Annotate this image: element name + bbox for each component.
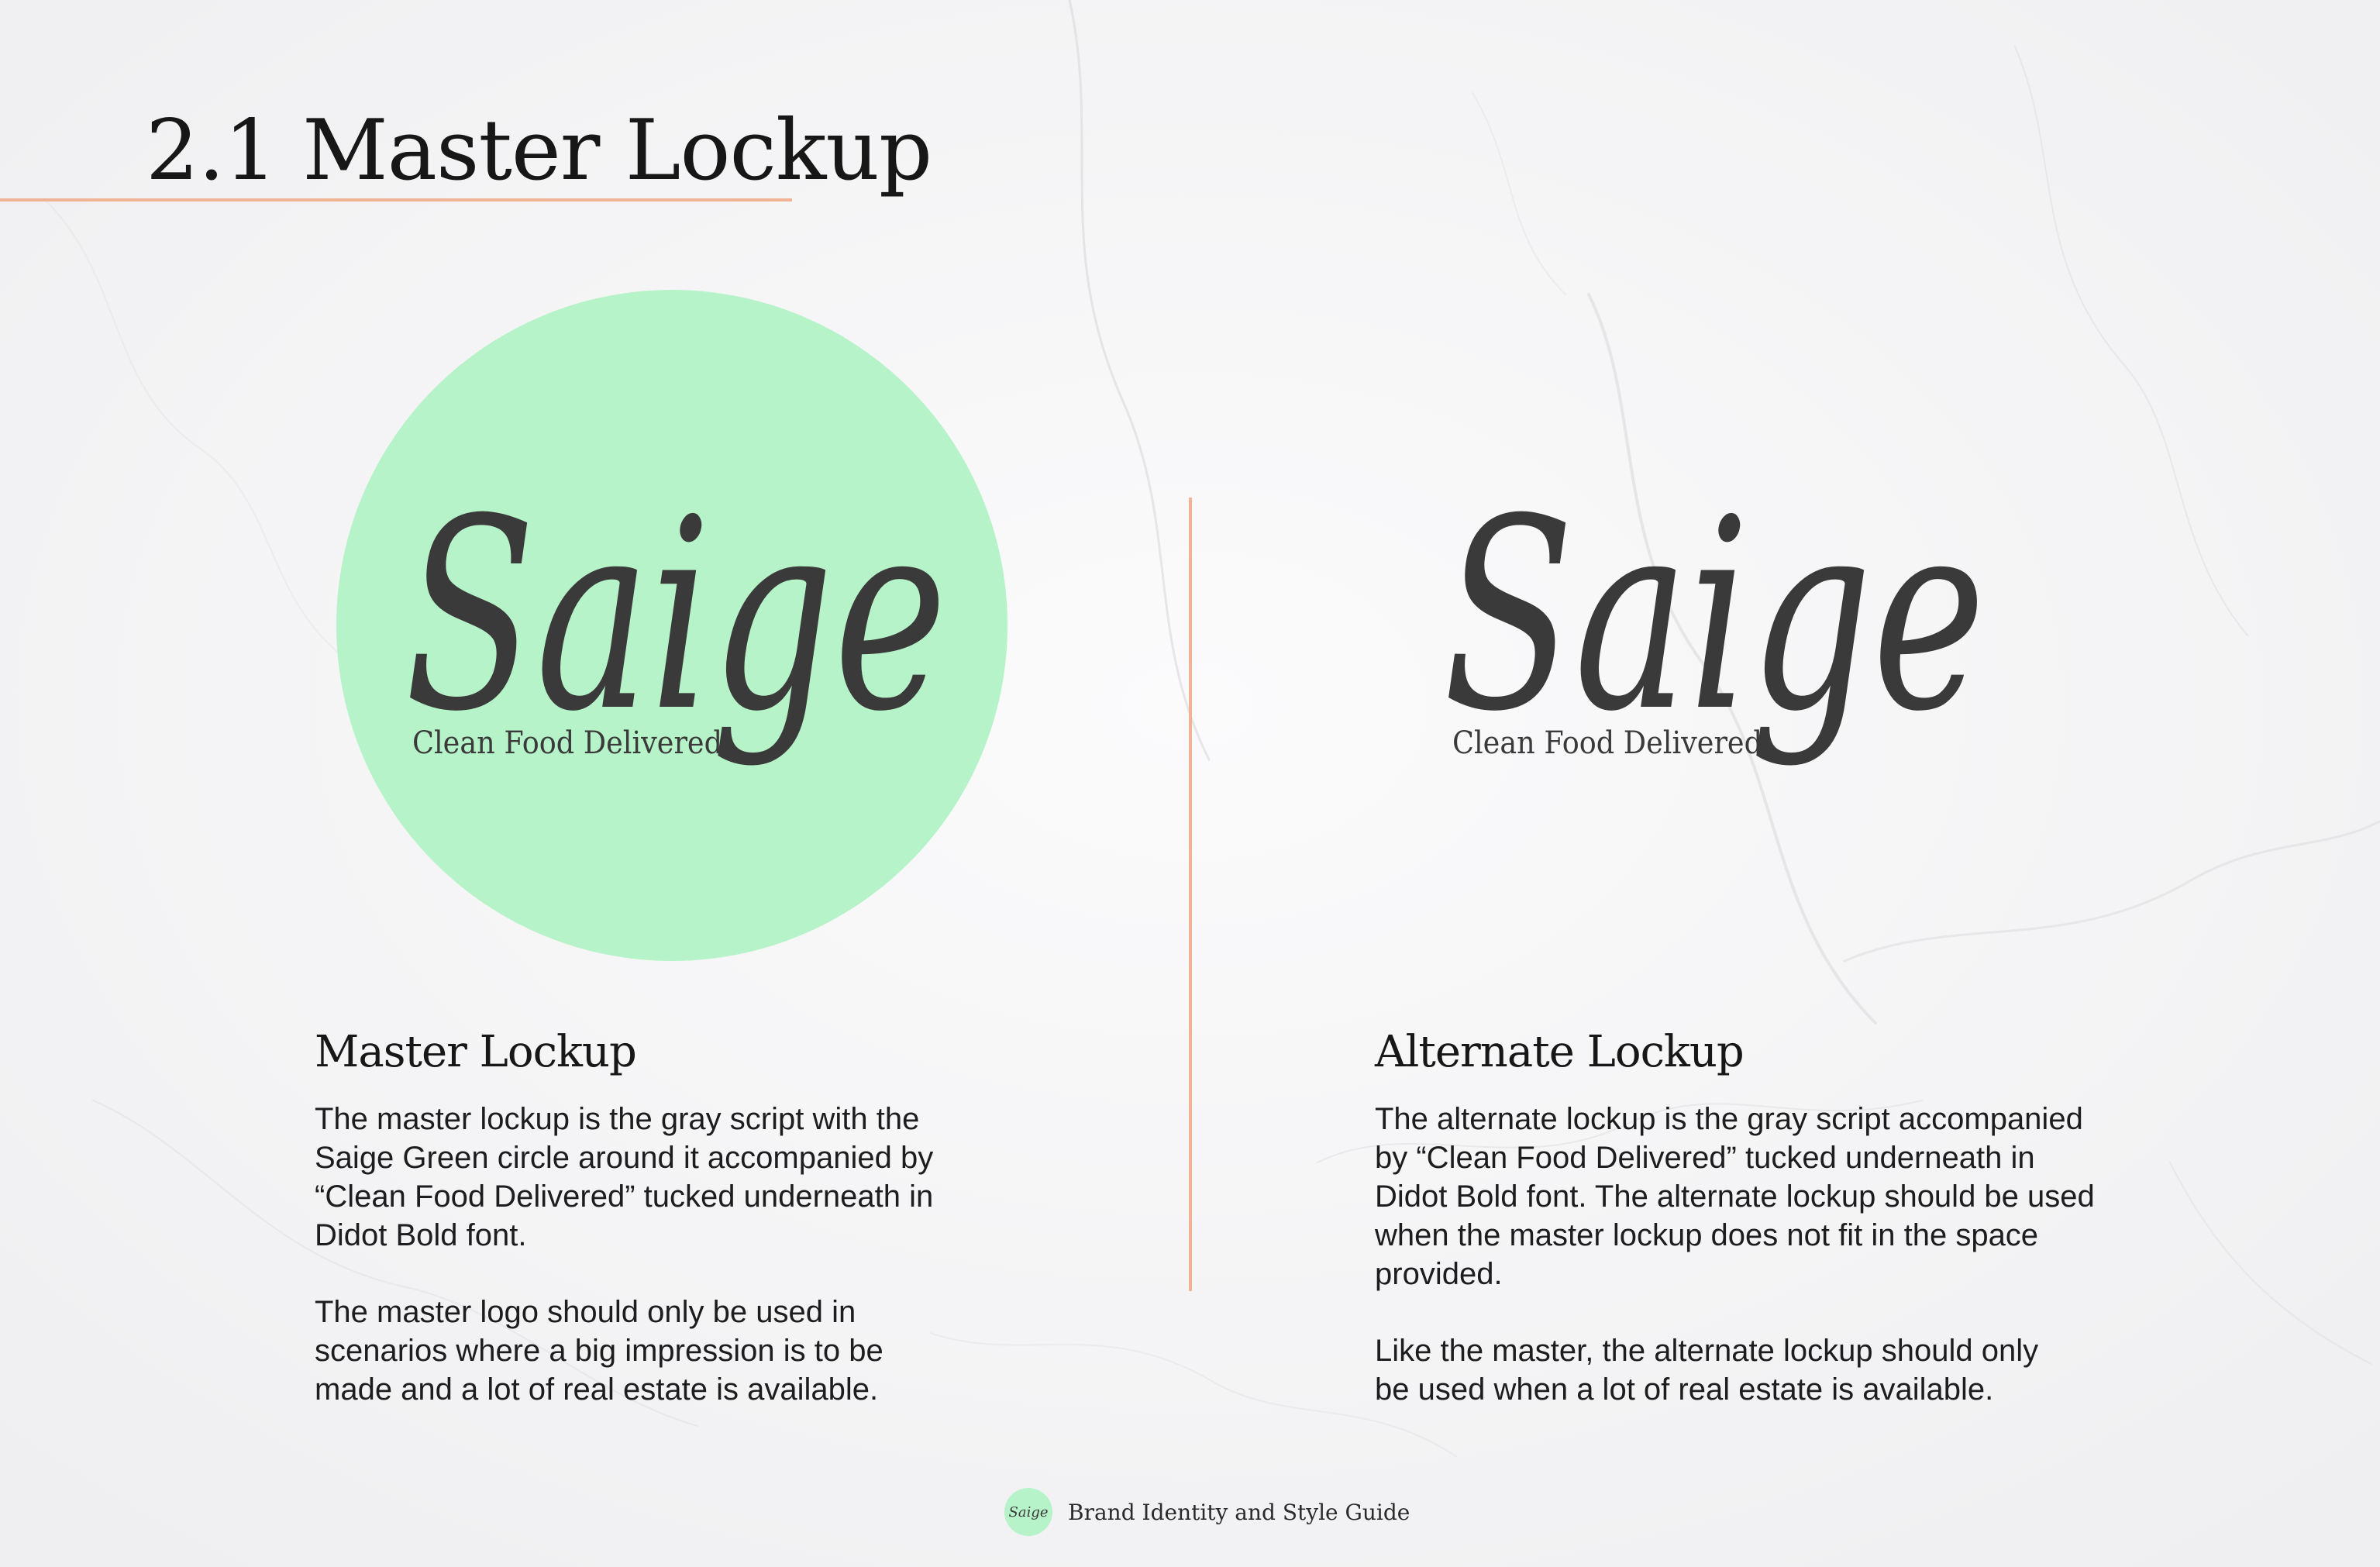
page-footer: Saige Brand Identity and Style Guide: [1004, 1488, 1410, 1536]
alternate-logo-tagline: Clean Food Delivered: [1452, 725, 1762, 761]
center-divider: [1189, 498, 1192, 1291]
title-underline-rule: [0, 198, 792, 201]
master-lockup-logo: Saige Clean Food Delivered: [336, 290, 1007, 961]
master-lockup-paragraph-2: The master logo should only be used in s…: [315, 1295, 883, 1407]
alternate-lockup-heading: Alternate Lockup: [1375, 1027, 1745, 1077]
footer-guide-title: Brand Identity and Style Guide: [1068, 1499, 1410, 1525]
master-logo-tagline: Clean Food Delivered: [412, 725, 722, 761]
footer-badge-wordmark: Saige: [1008, 1503, 1049, 1521]
alternate-lockup-logo: Saige Clean Food Delivered: [1443, 463, 1986, 770]
alternate-lockup-paragraph-1: The alternate lockup is the gray script …: [1375, 1102, 2095, 1291]
footer-logo-badge: Saige: [1004, 1488, 1052, 1536]
alternate-lockup-paragraph-2: Like the master, the alternate lockup sh…: [1375, 1334, 2039, 1407]
master-lockup-heading: Master Lockup: [315, 1027, 637, 1077]
alternate-logo-wordmark: Saige: [1443, 463, 1986, 770]
master-logo-wordmark: Saige: [405, 463, 947, 770]
style-guide-page: 2.1 Master Lockup Saige Clean Food Deliv…: [0, 0, 2380, 1567]
master-lockup-paragraph-1: The master lockup is the gray script wit…: [315, 1102, 934, 1252]
page-title: 2.1 Master Lockup: [146, 102, 932, 199]
